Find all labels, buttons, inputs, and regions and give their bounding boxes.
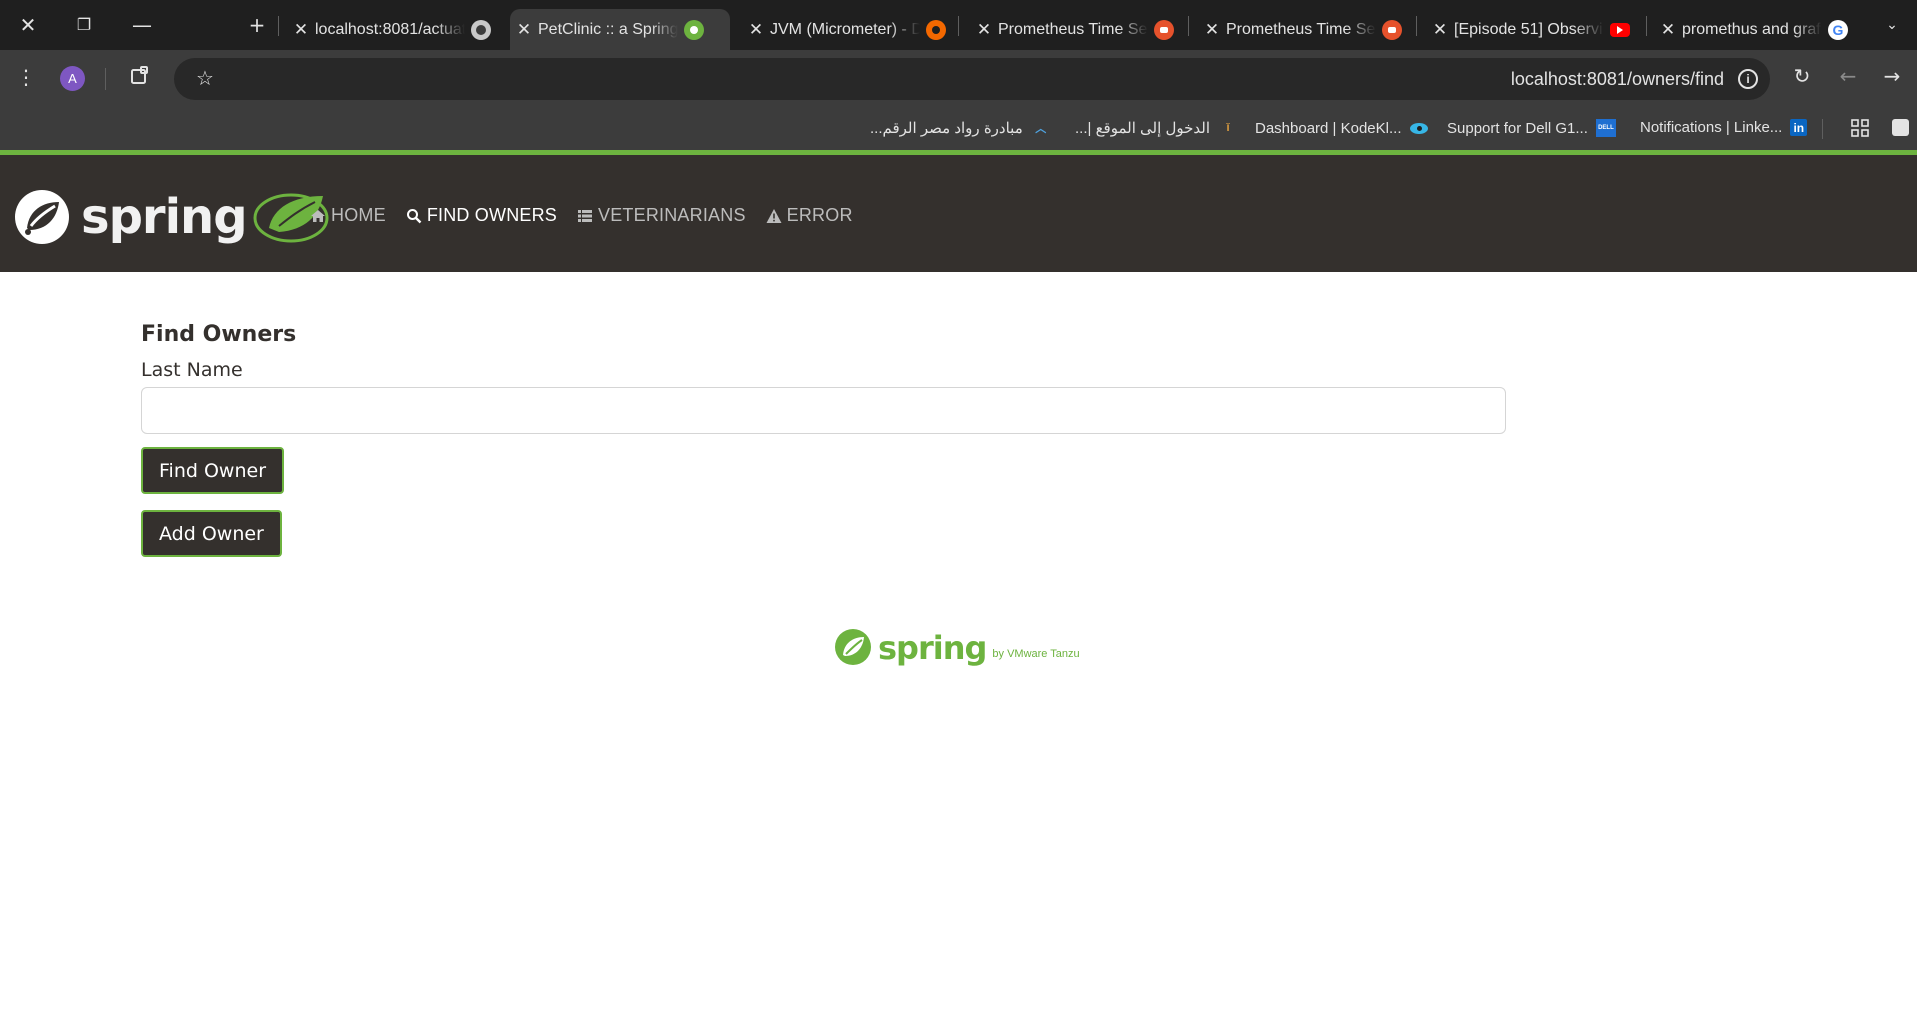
- close-tab-icon[interactable]: ✕: [1198, 20, 1226, 40]
- tab-separator: [278, 16, 279, 36]
- tab-separator: [1188, 16, 1189, 36]
- minimize-window-icon[interactable]: —: [125, 11, 159, 39]
- tab-actuator[interactable]: ✕ localhost:8081/actuator: [287, 9, 502, 50]
- tab-separator: [958, 16, 959, 36]
- close-tab-icon[interactable]: ✕: [742, 20, 770, 40]
- footer-logo: spring by VMware Tanzu: [834, 628, 1080, 666]
- tab-promethus-grafana[interactable]: ✕ promethus and grafana G: [1654, 9, 1864, 50]
- home-icon: [311, 209, 325, 222]
- site-info-icon[interactable]: i: [1738, 69, 1758, 89]
- close-tab-icon[interactable]: ✕: [970, 20, 998, 40]
- close-tab-icon[interactable]: ✕: [1654, 20, 1682, 40]
- prometheus-icon: [1382, 19, 1402, 40]
- restore-window-icon[interactable]: ❐: [67, 11, 101, 39]
- tab-petclinic[interactable]: ✕ PetClinic :: a Spring Framework: [510, 9, 730, 50]
- bookmark-item[interactable]: Support for Dell G1... DELL: [1447, 119, 1616, 137]
- grafana-icon: [926, 19, 946, 40]
- add-owner-button[interactable]: Add Owner: [141, 510, 282, 557]
- all-bookmarks-icon[interactable]: [1892, 119, 1909, 136]
- close-tab-icon[interactable]: ✕: [287, 20, 315, 40]
- tab-jvm-micrometer[interactable]: ✕ JVM (Micrometer) - Dashboard: [742, 9, 952, 50]
- main-nav: HOME FIND OWNERS VETERINARIANS ERROR: [310, 205, 853, 226]
- list-icon: [578, 209, 593, 222]
- new-tab-icon[interactable]: +: [240, 11, 274, 39]
- torch-icon: ǐ: [1226, 122, 1230, 134]
- globe-icon: [471, 19, 491, 40]
- close-tab-icon[interactable]: ✕: [510, 20, 538, 40]
- warning-icon: [766, 208, 782, 223]
- tab-prometheus-1[interactable]: ✕ Prometheus Time Series: [970, 9, 1180, 50]
- close-window-icon[interactable]: ✕: [11, 11, 45, 39]
- search-icon: [406, 208, 422, 223]
- dell-icon: DELL: [1595, 119, 1616, 137]
- linkedin-icon: in: [1790, 119, 1808, 136]
- footer-wordmark: spring: [878, 629, 987, 667]
- tab-episode-51[interactable]: ✕ [Episode 51] Observing: [1426, 9, 1636, 50]
- tab-separator: [1646, 16, 1647, 36]
- bookmark-item[interactable]: الدخول إلى الموقع |... ǐ: [1075, 119, 1238, 137]
- browser-toolbar: ⋮ A ☆ localhost:8081/owners/find i ↻ ← →: [0, 50, 1917, 107]
- toolbar-separator: [105, 68, 106, 90]
- tab-search-icon[interactable]: ⌄: [1875, 11, 1909, 39]
- nav-find-owners[interactable]: FIND OWNERS: [406, 205, 557, 226]
- bookmark-item[interactable]: مبادرة رواد مصر الرقم... ︿: [870, 119, 1051, 137]
- bookmark-item[interactable]: Notifications | Linke... in: [1640, 119, 1808, 136]
- reload-icon[interactable]: ↻: [1790, 64, 1814, 88]
- youtube-icon: [1610, 22, 1630, 37]
- extensions-icon[interactable]: [128, 65, 152, 92]
- close-tab-icon[interactable]: ✕: [1426, 20, 1454, 40]
- address-bar[interactable]: ☆ localhost:8081/owners/find i: [174, 58, 1770, 100]
- nav-veterinarians[interactable]: VETERINARIANS: [577, 205, 746, 226]
- tab-strip: ✕ ❐ — + ✕ localhost:8081/actuator ✕ PetC…: [0, 0, 1917, 50]
- bookmarks-bar: مبادرة رواد مصر الرقم... ︿ الدخول إلى ال…: [0, 107, 1917, 150]
- bookmark-item[interactable]: Dashboard | KodeKl...: [1255, 119, 1429, 137]
- bookmark-separator: [1822, 119, 1823, 139]
- google-icon: G: [1828, 19, 1848, 40]
- nav-error[interactable]: ERROR: [766, 205, 853, 226]
- bookmark-star-icon[interactable]: ☆: [194, 66, 216, 90]
- last-name-input[interactable]: [141, 387, 1506, 434]
- tab-prometheus-2[interactable]: ✕ Prometheus Time Series: [1198, 9, 1408, 50]
- spring-logo[interactable]: spring: [13, 188, 331, 246]
- tab-separator: [1416, 16, 1417, 36]
- menu-dots-icon[interactable]: ⋮: [16, 65, 36, 89]
- apps-grid-icon[interactable]: [1850, 118, 1870, 143]
- site-navbar: spring HOME FIND OWNERS VETERINARIANS ER…: [0, 150, 1917, 272]
- page-title: Find Owners: [141, 322, 297, 347]
- brand-wordmark: spring: [81, 189, 248, 245]
- wave-icon: ︿: [1035, 123, 1047, 135]
- spring-footer-icon: [835, 629, 871, 665]
- eye-icon: [1409, 119, 1429, 137]
- nav-home[interactable]: HOME: [310, 205, 386, 226]
- footer-byline: by VMware Tanzu: [992, 648, 1080, 660]
- find-owners-form: Find Owners Last Name Find Owner Add Own…: [141, 322, 1506, 557]
- profile-avatar[interactable]: A: [60, 66, 85, 91]
- last-name-label: Last Name: [141, 359, 243, 381]
- url-text[interactable]: localhost:8081/owners/find: [1511, 69, 1724, 90]
- back-arrow-icon[interactable]: ←: [1836, 64, 1860, 88]
- spring-logo-icon: [15, 190, 69, 244]
- forward-arrow-icon[interactable]: →: [1880, 64, 1904, 88]
- prometheus-icon: [1154, 19, 1174, 40]
- spring-leaf-icon: [684, 19, 704, 40]
- find-owner-button[interactable]: Find Owner: [141, 447, 285, 494]
